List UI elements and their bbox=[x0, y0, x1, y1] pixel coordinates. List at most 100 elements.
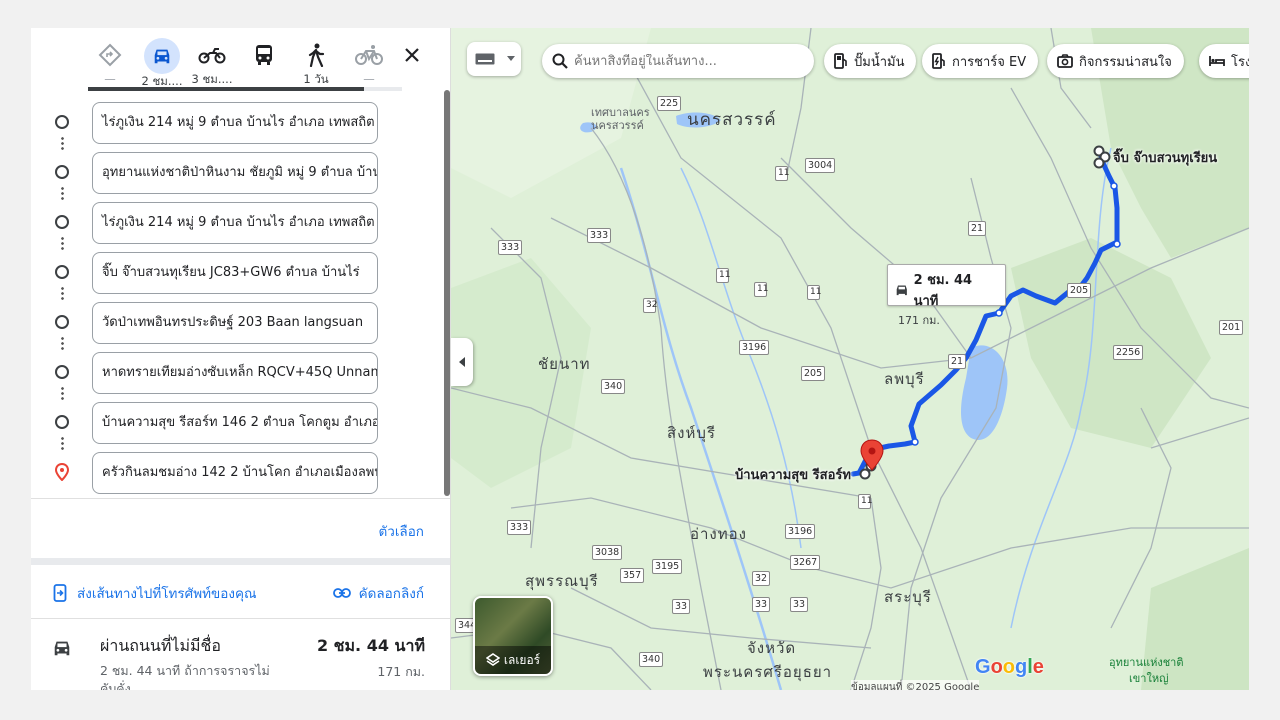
stop-item: ครัวกินลมชมอ่าง 142 2 บ้านโคก อำเภอเมือง… bbox=[31, 451, 450, 495]
road-shield: 201 bbox=[1219, 320, 1244, 335]
app-frame: — 2 ชม.... 3 ชม.... 1 วัน — ไร่ภูเงิน 21… bbox=[31, 28, 1249, 690]
motorcycle-icon bbox=[187, 38, 237, 72]
chevron-left-icon bbox=[459, 357, 465, 367]
chip-ev-charging[interactable]: การชาร์จ EV bbox=[922, 44, 1039, 78]
road-shield: 21 bbox=[948, 354, 967, 369]
place-label: สิงห์บุรี bbox=[667, 424, 716, 442]
stop-dot-icon bbox=[55, 365, 69, 379]
stop-item: จิ๊บ จ๊าบสวนทุเรียน JC83+GW6 ตำบล บ้านไร… bbox=[31, 251, 450, 302]
road-shield: 11 bbox=[775, 166, 789, 181]
bus-icon bbox=[239, 38, 289, 72]
destination-pin-icon bbox=[54, 462, 70, 485]
stop-dot-icon bbox=[55, 415, 69, 429]
chip-label: โรงแรม bbox=[1231, 54, 1249, 70]
place-label: นครสวรรค์ bbox=[687, 110, 777, 130]
chip-label: กิจกรรมน่าสนใจ bbox=[1079, 54, 1172, 70]
route-distance: 171 กม. bbox=[377, 664, 425, 679]
place-label: จังหวัด bbox=[747, 639, 797, 657]
divider bbox=[31, 618, 450, 619]
stop-item: หาดทรายเทียมอ่างซับเหล็ก RQCV+45Q Unname… bbox=[31, 351, 450, 402]
mode-motorcycle[interactable]: 3 ชม.... bbox=[187, 38, 237, 86]
place-label: เขาใหญ่ bbox=[1129, 672, 1169, 685]
dots-connector bbox=[61, 286, 64, 302]
mode-walking[interactable]: 1 วัน bbox=[291, 38, 341, 86]
road-shield: 333 bbox=[507, 520, 532, 535]
chip-gas-station[interactable]: ปั๊มน้ำมัน bbox=[824, 44, 917, 78]
divider bbox=[31, 498, 450, 499]
road-shield: 340 bbox=[639, 652, 664, 667]
road-shield: 11 bbox=[858, 494, 872, 509]
mode-best-route[interactable]: — bbox=[85, 38, 135, 86]
end-marker-label[interactable]: บ้านความสุข รีสอร์ท bbox=[735, 464, 851, 485]
options-link[interactable]: ตัวเลือก bbox=[378, 520, 424, 542]
dots-connector bbox=[61, 186, 64, 202]
stop-item: บ้านความสุข รีสอร์ท 146 2 ตำบล โคกตูม อำ… bbox=[31, 401, 450, 452]
stop-item: วัดป่าเทพอินทรประดิษฐ์ 203 Baan langsuan bbox=[31, 301, 450, 352]
road-shield: 205 bbox=[801, 366, 826, 381]
collapse-panel-button[interactable] bbox=[451, 338, 473, 386]
bed-icon bbox=[1209, 56, 1225, 66]
chip-hotels[interactable]: โรงแรม bbox=[1199, 44, 1249, 78]
route-search-box[interactable] bbox=[542, 44, 814, 78]
ev-charger-icon bbox=[932, 53, 945, 69]
copy-link-label: คัดลอกลิงก์ bbox=[358, 586, 424, 602]
mode-driving[interactable]: 2 ชม.... bbox=[137, 38, 187, 88]
layers-button[interactable]: เลเยอร์ bbox=[473, 596, 553, 676]
mode-indicator-bar bbox=[88, 87, 402, 91]
route-subtitle: 2 ชม. 44 นาที ถ้าการจราจรไม่คับคั่ง bbox=[100, 663, 270, 690]
chevron-down-icon bbox=[507, 56, 515, 61]
input-tools-button[interactable] bbox=[467, 42, 521, 76]
dots-connector bbox=[61, 236, 64, 252]
stop-input[interactable]: ไร่ภูเงิน 214 หมู่ 9 ตำบล บ้านไร อำเภอ เ… bbox=[92, 202, 378, 244]
place-label: ชัยนาท bbox=[538, 355, 591, 373]
road-shield: 11 bbox=[716, 268, 730, 283]
layers-icon bbox=[485, 653, 500, 666]
place-label: พระนครศรีอยุธยา bbox=[703, 663, 833, 681]
route-option[interactable]: ผ่านถนนที่ไม่มีชื่อ 2 ชม. 44 นาที 2 ชม. … bbox=[31, 628, 450, 690]
stop-item: อุทยานแห่งชาติป่าหินงาม ชัยภูมิ หมู่ 9 ต… bbox=[31, 151, 450, 202]
place-label: อ่างทอง bbox=[690, 525, 747, 543]
stop-input[interactable]: อุทยานแห่งชาติป่าหินงาม ชัยภูมิ หมู่ 9 ต… bbox=[92, 152, 378, 194]
scrollbar[interactable] bbox=[444, 90, 450, 496]
road-shield: 3038 bbox=[592, 545, 623, 560]
chip-attractions[interactable]: กิจกรรมน่าสนใจ bbox=[1047, 44, 1184, 78]
close-icon[interactable] bbox=[399, 42, 425, 68]
mode-cycling[interactable]: — bbox=[344, 38, 394, 86]
road-shield: 21 bbox=[968, 221, 987, 236]
copy-link-button[interactable]: คัดลอกลิงก์ bbox=[332, 582, 424, 604]
mode-label: 1 วัน bbox=[303, 72, 329, 86]
stop-dot-icon bbox=[55, 215, 69, 229]
dots-connector bbox=[61, 436, 64, 452]
road-shield: 225 bbox=[657, 96, 682, 111]
road-shield: 3267 bbox=[790, 555, 821, 570]
start-marker-label[interactable]: จิ๊บ จ๊าบสวนทุเรียน bbox=[1113, 147, 1217, 168]
route-callout[interactable]: 2 ชม. 44 นาที 171 กม. bbox=[887, 264, 1006, 327]
dots-connector bbox=[61, 136, 64, 152]
mode-transit[interactable] bbox=[239, 38, 289, 72]
keyboard-icon bbox=[475, 53, 495, 65]
road-shield: 33 bbox=[672, 599, 691, 614]
send-to-phone-link[interactable]: ส่งเส้นทางไปที่โทรศัพท์ของคุณ bbox=[53, 582, 257, 604]
map-canvas[interactable]: 225 3004 11 21 333 333 11 11 11 205 201 … bbox=[451, 28, 1249, 690]
google-logo: Google bbox=[975, 656, 1044, 678]
map-attribution[interactable]: ข้อมูลแผนที่ ©2025 Google bbox=[851, 680, 980, 690]
gas-pump-icon bbox=[834, 53, 847, 69]
stop-input[interactable]: บ้านความสุข รีสอร์ท 146 2 ตำบล โคกตูม อำ… bbox=[92, 402, 378, 444]
road-shield: 333 bbox=[587, 228, 612, 243]
road-shield: 3196 bbox=[739, 340, 770, 355]
stop-input[interactable]: จิ๊บ จ๊าบสวนทุเรียน JC83+GW6 ตำบล บ้านไร… bbox=[92, 252, 378, 294]
place-label: สุพรรณบุรี bbox=[525, 572, 599, 590]
send-to-phone-label: ส่งเส้นทางไปที่โทรศัพท์ของคุณ bbox=[77, 586, 257, 602]
road-shield: 11 bbox=[807, 285, 821, 300]
send-to-phone-icon bbox=[53, 584, 67, 602]
chip-label: ปั๊มน้ำมัน bbox=[854, 54, 905, 70]
route-search-input[interactable] bbox=[574, 53, 794, 69]
stop-input[interactable]: หาดทรายเทียมอ่างซับเหล็ก RQCV+45Q Unname… bbox=[92, 352, 378, 394]
stop-input[interactable]: ครัวกินลมชมอ่าง 142 2 บ้านโคก อำเภอเมือง… bbox=[92, 452, 378, 494]
car-icon bbox=[51, 638, 73, 662]
stop-input[interactable]: วัดป่าเทพอินทรประดิษฐ์ 203 Baan langsuan bbox=[92, 302, 378, 344]
road-shield: 33 bbox=[752, 597, 771, 612]
chip-label: การชาร์จ EV bbox=[952, 54, 1027, 70]
route-diamond-icon bbox=[85, 38, 135, 72]
stop-input[interactable]: ไร่ภูเงิน 214 หมู่ 9 ตำบล บ้านไร อำเภอ เ… bbox=[92, 102, 378, 144]
